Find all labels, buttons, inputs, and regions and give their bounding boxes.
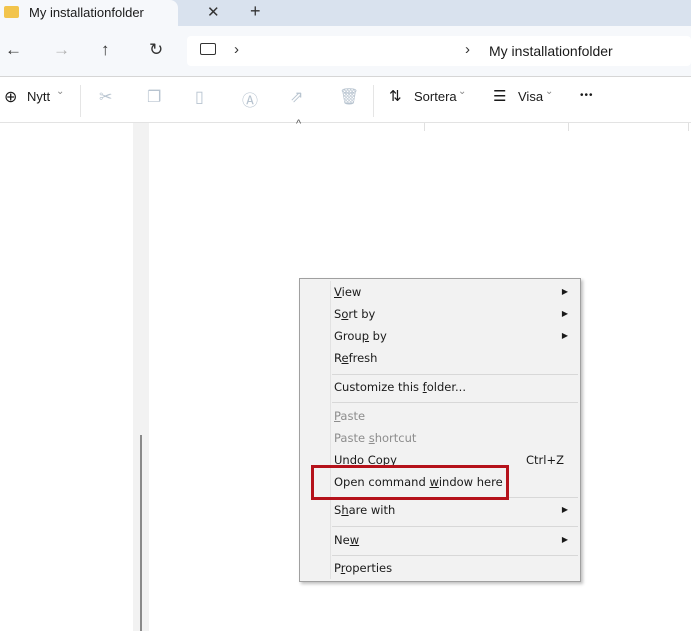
column-divider[interactable] — [568, 123, 569, 131]
divider — [373, 85, 374, 117]
cut-icon[interactable]: ✂ — [99, 87, 112, 107]
navigation-bar: ← → ↑ ↻ › › My installationfolder — [0, 26, 691, 76]
computer-icon — [200, 43, 216, 55]
menu-item[interactable]: Sort by ▶ — [334, 303, 574, 325]
submenu-arrow-icon: ▶ — [561, 287, 568, 296]
folder-icon — [4, 6, 19, 18]
paste-icon[interactable]: ▯ — [195, 87, 204, 107]
menu-item-label: rt by — [348, 307, 376, 321]
menu-separator — [332, 555, 578, 556]
submenu-arrow-icon: ▶ — [561, 535, 568, 544]
share-icon[interactable]: ⇗ — [290, 87, 303, 107]
refresh-button[interactable]: ↻ — [149, 40, 163, 60]
menu-item-label: fresh — [348, 351, 378, 365]
menu-item-label: hortcut — [374, 431, 417, 445]
sort-button[interactable]: Sortera — [414, 89, 457, 104]
tab-my-installationfolder[interactable]: My installationfolder — [0, 0, 178, 28]
copy-icon[interactable]: ❐ — [147, 87, 161, 107]
shortcut-label: Ctrl+Z — [526, 453, 564, 467]
column-divider[interactable] — [688, 123, 689, 131]
menu-item-label: Paste — [334, 431, 369, 445]
delete-icon[interactable]: 🗑 — [339, 87, 359, 107]
column-divider[interactable] — [424, 123, 425, 131]
menu-item[interactable]: Properties — [334, 557, 574, 579]
submenu-arrow-icon: ▶ — [561, 331, 568, 340]
menu-item-label: Ne — [334, 533, 350, 547]
access-key: h — [341, 503, 349, 517]
back-button[interactable]: ← — [5, 40, 22, 60]
menu-item-label: iew — [341, 285, 362, 299]
plus-circle-icon: ⊕ — [4, 89, 18, 106]
divider — [80, 85, 81, 117]
access-key: V — [334, 285, 342, 299]
breadcrumb-separator: › — [465, 41, 470, 58]
menu-separator — [332, 402, 578, 403]
menu-item[interactable]: Share with ▶ — [334, 499, 574, 521]
menu-item[interactable]: View ▶ — [334, 281, 574, 303]
menu-separator — [332, 526, 578, 527]
up-button[interactable]: ↑ — [101, 40, 110, 60]
chevron-down-icon: ⌄ — [458, 86, 467, 97]
menu-item-label: Grou — [334, 329, 362, 343]
breadcrumb-current[interactable]: My installationfolder — [489, 43, 613, 59]
menu-item[interactable]: Refresh — [334, 347, 574, 369]
chevron-down-icon: ⌄ — [56, 86, 65, 97]
chevron-down-icon: ⌄ — [545, 86, 554, 97]
submenu-arrow-icon: ▶ — [561, 505, 568, 514]
access-key: e — [341, 351, 349, 365]
menu-item-label: older... — [426, 380, 466, 394]
view-lines-icon: ☰ — [493, 88, 507, 105]
forward-button[interactable]: → — [53, 40, 70, 60]
menu-item[interactable]: Customize this folder... — [334, 376, 574, 398]
new-button[interactable]: Nytt — [27, 89, 50, 104]
menu-item-label: P — [334, 561, 341, 575]
menu-gutter — [330, 281, 331, 579]
menu-item[interactable]: Paste — [334, 405, 574, 427]
tab-title: My installationfolder — [29, 5, 144, 20]
menu-item-label: operties — [345, 561, 393, 575]
close-tab-button[interactable]: ✕ — [207, 3, 220, 21]
address-bar[interactable]: › › My installationfolder — [187, 36, 691, 66]
menu-separator — [332, 374, 578, 375]
view-button[interactable]: Visa — [518, 89, 543, 104]
more-options-button[interactable]: ••• — [580, 90, 594, 101]
command-bar: ⊕ Nytt ⌄ ✂ ❐ ▯ Ⓐ ⇗ 🗑 ⇅ Sortera ⌄ ☰ Visa … — [0, 76, 691, 123]
menu-item[interactable]: New ▶ — [334, 529, 574, 551]
submenu-arrow-icon: ▶ — [561, 309, 568, 318]
new-tab-button[interactable]: + — [250, 1, 261, 22]
sort-icon: ⇅ — [389, 88, 402, 105]
rename-icon[interactable]: Ⓐ — [242, 87, 258, 111]
access-key: p — [361, 329, 370, 343]
highlight-box — [311, 465, 509, 500]
menu-item-label: aste — [340, 409, 366, 423]
menu-item[interactable]: Group by ▶ — [334, 325, 574, 347]
menu-item[interactable]: Paste shortcut — [334, 427, 574, 449]
breadcrumb-separator: › — [234, 41, 239, 58]
menu-item-label: Customize this — [334, 380, 423, 394]
menu-item-label: are with — [348, 503, 396, 517]
tab-bar: My installationfolder ✕ + — [0, 0, 691, 28]
scrollbar[interactable] — [140, 435, 142, 631]
menu-item-label: by — [369, 329, 387, 343]
context-menu: View ▶ Sort by ▶ Group by ▶ Refresh Customize t… — [299, 278, 581, 582]
access-key: w — [349, 533, 360, 547]
sort-caret-icon: ^ — [296, 118, 302, 130]
